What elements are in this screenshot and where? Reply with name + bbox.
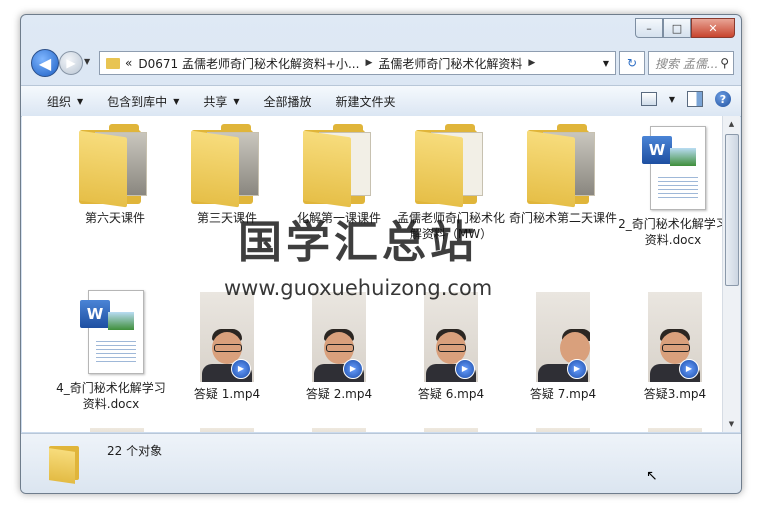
breadcrumb-item-current[interactable]: 孟儒老师奇门秘术化解资料 — [378, 55, 522, 72]
refresh-button[interactable]: ↻ — [619, 51, 645, 75]
folder-icon — [415, 124, 487, 208]
share-menu[interactable]: 共享 ▼ — [203, 93, 239, 110]
folder-icon — [303, 124, 375, 208]
file-list[interactable]: 第六天课件 第三天课件 化解第一课课件 孟儒老师奇门秘术化解资料（MW） 奇门秘… — [22, 116, 722, 432]
watermark-url: www.guoxuehuizong.com — [224, 276, 493, 300]
video-thumbnail: ▶ — [536, 292, 590, 382]
address-dropdown-icon[interactable]: ▼ — [603, 59, 609, 68]
close-button[interactable]: ✕ — [691, 18, 735, 38]
preview-pane-icon[interactable] — [687, 91, 703, 107]
chevron-right-icon[interactable]: ▶ — [528, 58, 535, 68]
list-item-partial[interactable] — [312, 428, 366, 432]
list-item-folder[interactable]: 第六天课件 — [60, 124, 170, 226]
new-folder-button[interactable]: 新建文件夹 — [336, 93, 396, 110]
include-in-library-menu[interactable]: 包含到库中 ▼ — [107, 93, 179, 110]
chevron-down-icon: ▼ — [233, 96, 240, 106]
media-player-icon: ▶ — [343, 359, 363, 379]
breadcrumb-item-parent[interactable]: D0671 孟儒老师奇门秘术化解资料+小... — [138, 55, 359, 72]
refresh-icon: ↻ — [626, 56, 638, 70]
word-document-icon: W — [76, 290, 146, 376]
back-button[interactable]: ◀ — [31, 49, 59, 77]
search-placeholder: 搜索 孟儒... — [655, 56, 719, 71]
chevron-down-icon: ▼ — [77, 96, 84, 106]
list-item-partial[interactable] — [648, 428, 702, 432]
list-item-partial[interactable] — [90, 428, 144, 432]
list-item-video[interactable]: ▶ 答疑 6.mp4 — [396, 292, 506, 402]
address-bar[interactable]: « D0671 孟儒老师奇门秘术化解资料+小... ▶ 孟儒老师奇门秘术化解资料… — [99, 51, 616, 75]
vertical-scrollbar[interactable]: ▲ ▼ — [722, 116, 740, 432]
scroll-down-icon[interactable]: ▼ — [723, 416, 740, 432]
media-player-icon: ▶ — [679, 359, 699, 379]
address-overflow-chevron[interactable]: « — [125, 56, 132, 70]
play-all-button[interactable]: 全部播放 — [264, 93, 312, 110]
item-label: 奇门秘术第二天课件 — [508, 211, 617, 225]
navigation-bar: ◀ ▶ ▼ « D0671 孟儒老师奇门秘术化解资料+小... ▶ 孟儒老师奇门… — [21, 47, 741, 79]
scroll-up-icon[interactable]: ▲ — [723, 116, 740, 132]
item-label: 答疑 6.mp4 — [417, 387, 485, 401]
list-item-partial[interactable] — [200, 428, 254, 432]
list-item-video[interactable]: ▶ 答疑 2.mp4 — [284, 292, 394, 402]
media-player-icon: ▶ — [455, 359, 475, 379]
list-item-docx[interactable]: W 4_奇门秘术化解学习资料.docx — [56, 290, 166, 412]
folder-icon — [106, 57, 120, 69]
video-thumbnail: ▶ — [648, 292, 702, 382]
maximize-button[interactable]: □ — [663, 18, 691, 38]
list-item-video[interactable]: ▶ 答疑 7.mp4 — [508, 292, 618, 402]
list-item-docx[interactable]: W 2_奇门秘术化解学习资料.docx — [618, 126, 722, 248]
item-label: 4_奇门秘术化解学习资料.docx — [56, 381, 166, 411]
scrollbar-thumb[interactable] — [725, 134, 739, 286]
item-label: 答疑 7.mp4 — [529, 387, 597, 401]
list-item-partial[interactable] — [424, 428, 478, 432]
folder-icon — [191, 124, 263, 208]
list-item-partial[interactable] — [536, 428, 590, 432]
item-count: 22 个对象 — [107, 444, 163, 458]
chevron-down-icon: ▼ — [173, 96, 180, 106]
help-icon[interactable]: ? — [715, 91, 731, 107]
search-icon[interactable]: ⚲ — [720, 56, 729, 70]
folder-icon — [49, 442, 83, 484]
list-item-video[interactable]: ▶ 答疑3.mp4 — [620, 292, 722, 402]
minimize-button[interactable]: – — [635, 18, 663, 38]
list-item-folder[interactable]: 奇门秘术第二天课件 — [508, 124, 618, 226]
item-label: 第六天课件 — [84, 211, 145, 225]
video-thumbnail: ▶ — [312, 292, 366, 382]
command-bar: 组织 ▼ 包含到库中 ▼ 共享 ▼ 全部播放 新建文件夹 ▼ ? — [21, 85, 741, 117]
mouse-cursor-icon: ↖ — [646, 468, 658, 484]
list-item-video[interactable]: ▶ 答疑 1.mp4 — [172, 292, 282, 402]
item-label: 答疑 1.mp4 — [193, 387, 261, 401]
folder-icon — [527, 124, 599, 208]
video-thumbnail: ▶ — [424, 292, 478, 382]
folder-icon — [79, 124, 151, 208]
details-pane: 22 个对象 — [21, 433, 741, 493]
item-label: 答疑3.mp4 — [643, 387, 707, 401]
forward-button[interactable]: ▶ — [59, 51, 83, 75]
view-options-dropdown-icon[interactable]: ▼ — [669, 95, 675, 104]
change-view-icon[interactable] — [640, 92, 657, 106]
search-input[interactable]: 搜索 孟儒... ⚲ — [648, 51, 734, 75]
item-label: 答疑 2.mp4 — [305, 387, 373, 401]
toolbar-right-group: ▼ ? — [640, 91, 731, 107]
video-thumbnail: ▶ — [200, 292, 254, 382]
chevron-right-icon[interactable]: ▶ — [365, 58, 372, 68]
item-label: 2_奇门秘术化解学习资料.docx — [618, 217, 722, 247]
media-player-icon: ▶ — [231, 359, 251, 379]
organize-menu[interactable]: 组织 ▼ — [47, 93, 83, 110]
caption-buttons: – □ ✕ — [635, 18, 735, 38]
media-player-icon: ▶ — [567, 359, 587, 379]
word-document-icon: W — [638, 126, 708, 212]
recent-pages-dropdown-icon[interactable]: ▼ — [84, 57, 90, 66]
watermark-title: 国学汇总站 — [238, 217, 478, 268]
